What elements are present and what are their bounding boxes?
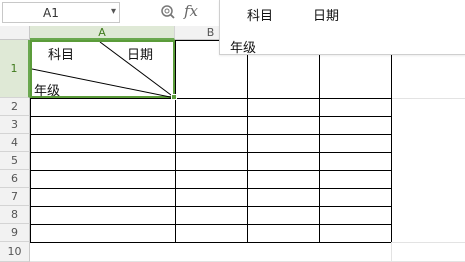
formula-text-grade: 年级 <box>230 41 257 56</box>
row-header-6[interactable]: 6 <box>0 170 30 188</box>
row-header-4[interactable]: 4 <box>0 134 30 152</box>
zoom-icon[interactable] <box>160 4 176 20</box>
formula-content[interactable]: 科目 日期 年级 <box>219 0 465 56</box>
row-header-5[interactable]: 5 <box>0 152 30 170</box>
name-box-value: A1 <box>43 6 59 20</box>
row-header-7[interactable]: 7 <box>0 188 30 206</box>
row-header-10[interactable]: 10 <box>0 242 30 262</box>
cell-a1-date: 日期 <box>127 48 154 63</box>
row-header-9[interactable]: 9 <box>0 224 30 242</box>
row-header-2[interactable]: 2 <box>0 98 30 116</box>
cell-a1-subject: 科目 <box>48 48 75 63</box>
row-header-1[interactable]: 1 <box>0 40 30 98</box>
name-box[interactable]: A1 ▾ <box>2 2 120 23</box>
chevron-down-icon[interactable]: ▾ <box>111 6 116 17</box>
column-header-a[interactable]: A <box>30 26 175 40</box>
fx-icon[interactable]: fx <box>184 2 198 20</box>
select-all-corner[interactable] <box>0 26 30 40</box>
formula-text-date: 日期 <box>313 9 340 24</box>
fill-handle[interactable] <box>171 94 177 100</box>
cell-a1[interactable]: 科目 日期 年级 <box>30 40 176 99</box>
row-header-8[interactable]: 8 <box>0 206 30 224</box>
formula-text-subject: 科目 <box>247 9 274 24</box>
cell-a1-grade: 年级 <box>34 84 61 99</box>
row-header-3[interactable]: 3 <box>0 116 30 134</box>
